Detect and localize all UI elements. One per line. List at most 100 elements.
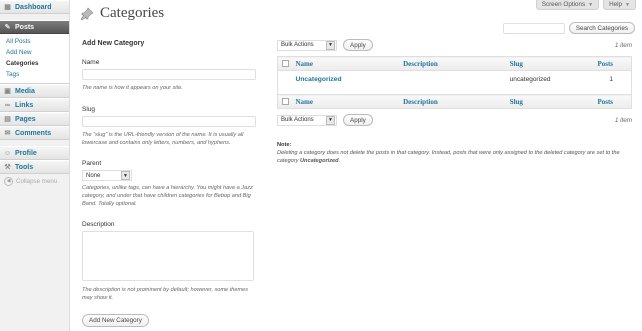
- select-all-checkbox-footer[interactable]: [282, 98, 289, 106]
- profile-icon: ☺: [3, 149, 12, 157]
- page-title: Categories: [100, 5, 165, 21]
- row-name-cell: Uncategorized: [291, 70, 400, 95]
- chevron-down-icon: ▼: [588, 1, 594, 8]
- name-field[interactable]: [82, 69, 256, 80]
- categories-table-area: Bulk Actions ▼ Apply 1 item Name Descrip…: [277, 38, 632, 127]
- search-categories-button[interactable]: Search Categories: [568, 22, 635, 34]
- name-help: The name is how it appears on your site.: [82, 85, 183, 91]
- comments-icon: ✉: [4, 130, 11, 137]
- description-label: Description: [82, 221, 115, 228]
- table-row: Uncategorized uncategorized 1: [277, 70, 632, 95]
- delete-note: Note: Deleting a category does not delet…: [277, 141, 632, 165]
- submenu-add-new[interactable]: Add New: [0, 47, 69, 58]
- column-header-posts[interactable]: Posts: [593, 56, 632, 71]
- menu-dashboard-label: Dashboard: [15, 3, 52, 11]
- submenu-tags[interactable]: Tags: [0, 69, 69, 80]
- slug-label: Slug: [82, 106, 96, 113]
- slug-field[interactable]: [82, 116, 256, 127]
- column-footer-slug[interactable]: Slug: [505, 94, 594, 109]
- pages-icon: ▤: [4, 116, 11, 123]
- submenu-all-posts[interactable]: All Posts: [0, 36, 69, 47]
- link-icon: ∞: [5, 101, 10, 109]
- bulk-actions-value-bottom: Bulk Actions: [281, 117, 314, 123]
- item-count-bottom: 1 item: [614, 116, 632, 124]
- apply-button-bottom[interactable]: Apply: [343, 114, 373, 126]
- tablenav-bottom: Bulk Actions ▼ Apply 1 item: [277, 113, 632, 127]
- posts-submenu: All Posts Add New Categories Tags: [0, 34, 69, 84]
- apply-button[interactable]: Apply: [343, 39, 373, 51]
- parent-select[interactable]: None ▼: [82, 170, 132, 181]
- chevron-down-icon: ▼: [121, 171, 130, 180]
- note-label: Note:: [277, 142, 292, 148]
- bulk-actions-select-bottom[interactable]: Bulk Actions ▼: [277, 114, 337, 126]
- chevron-down-icon: ▼: [625, 1, 630, 8]
- tools-icon: ⚒: [4, 164, 11, 171]
- description-help: The description is not prominent by defa…: [82, 287, 249, 301]
- note-text-part2: Uncategorized: [300, 158, 339, 164]
- form-heading: Add New Category: [82, 40, 145, 47]
- row-description-cell: [399, 70, 506, 95]
- menu-posts-label: Posts: [15, 23, 35, 31]
- header-tabs: Screen Options ▼ Help ▼: [535, 0, 636, 10]
- slug-help: The “slug” is the URL-friendly version o…: [82, 132, 244, 146]
- column-header-slug[interactable]: Slug: [505, 56, 594, 71]
- name-label: Name: [82, 59, 100, 66]
- menu-dashboard[interactable]: ▦ Dashboard: [0, 0, 69, 14]
- pushpin-icon: [80, 6, 94, 21]
- categories-table: Name Description Slug Posts Uncategorize…: [277, 56, 632, 109]
- note-text: Deleting a category does not delete the …: [277, 149, 632, 165]
- column-footer-posts[interactable]: Posts: [593, 94, 632, 109]
- menu-tools-label: Tools: [15, 163, 34, 171]
- select-all-checkbox[interactable]: [282, 60, 289, 68]
- bulk-actions-value: Bulk Actions: [281, 42, 314, 48]
- category-name-link[interactable]: Uncategorized: [295, 76, 341, 83]
- parent-label: Parent: [82, 160, 102, 167]
- add-category-form: Add New Category Name The name is how it…: [82, 40, 260, 327]
- tablenav-top: Bulk Actions ▼ Apply 1 item: [277, 38, 632, 52]
- pushpin-icon: ✎: [4, 24, 11, 31]
- screen-options-tab[interactable]: Screen Options ▼: [535, 0, 600, 10]
- select-all-footer: [277, 94, 292, 109]
- row-slug-cell: uncategorized: [505, 70, 594, 95]
- select-all-header: [277, 56, 292, 71]
- admin-sidebar: ▦ Dashboard ✎ Posts All Posts Add New Ca…: [0, 0, 70, 331]
- menu-pages-label: Pages: [15, 115, 36, 123]
- row-posts-count[interactable]: 1: [593, 70, 632, 95]
- collapse-menu-button[interactable]: ◀ Collapse menu: [0, 174, 69, 188]
- search-box: Search Categories: [502, 22, 635, 34]
- menu-comments[interactable]: ✉ Comments: [0, 126, 69, 140]
- menu-links-label: Links: [15, 101, 34, 109]
- column-footer-description[interactable]: Description: [399, 94, 506, 109]
- chevron-down-icon: ▼: [326, 40, 335, 50]
- title-area: Categories: [80, 5, 164, 22]
- column-footer-name[interactable]: Name: [291, 94, 400, 109]
- search-input[interactable]: [502, 22, 565, 34]
- menu-tools[interactable]: ⚒ Tools: [0, 160, 69, 174]
- menu-media[interactable]: ▣ Media: [0, 84, 69, 98]
- column-header-description[interactable]: Description: [399, 56, 506, 71]
- description-field[interactable]: [82, 231, 254, 281]
- menu-links[interactable]: ∞ Links: [0, 98, 69, 112]
- bulk-actions-select[interactable]: Bulk Actions ▼: [277, 39, 337, 51]
- screen-options-label: Screen Options: [541, 0, 586, 8]
- menu-profile[interactable]: ☺ Profile: [0, 146, 69, 160]
- menu-media-label: Media: [15, 87, 35, 95]
- menu-profile-label: Profile: [15, 149, 37, 157]
- dashboard-icon: ▦: [4, 4, 11, 11]
- submenu-categories[interactable]: Categories: [0, 58, 69, 69]
- item-count: 1 item: [614, 41, 632, 49]
- collapse-arrow-icon: ◀: [4, 176, 13, 186]
- parent-help: Categories, unlike tags, can have a hier…: [82, 185, 253, 207]
- help-tab[interactable]: Help ▼: [603, 0, 636, 10]
- column-header-name[interactable]: Name: [291, 56, 400, 71]
- row-checkbox-cell: [277, 70, 292, 95]
- parent-select-value: None: [86, 172, 101, 179]
- collapse-menu-label: Collapse menu: [16, 177, 58, 185]
- menu-posts[interactable]: ✎ Posts: [0, 20, 69, 34]
- help-label: Help: [609, 0, 623, 8]
- chevron-down-icon: ▼: [326, 115, 335, 125]
- add-new-category-button[interactable]: Add New Category: [82, 314, 149, 327]
- note-text-part3: .: [338, 158, 341, 164]
- menu-pages[interactable]: ▤ Pages: [0, 112, 69, 126]
- media-icon: ▣: [4, 88, 11, 95]
